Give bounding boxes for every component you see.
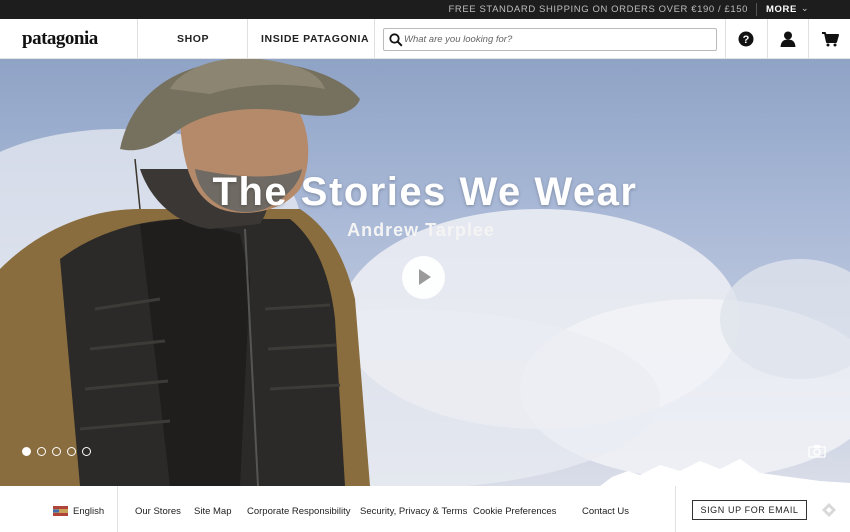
more-button[interactable]: MORE <box>766 4 797 15</box>
language-selector[interactable]: English <box>73 506 104 517</box>
promo-divider <box>756 3 757 16</box>
hero-banner: The Stories We Wear Andrew Tarplee <box>0 59 850 486</box>
svg-text:?: ? <box>743 34 750 46</box>
header-divider <box>725 19 726 59</box>
footer-link-cookie-preferences[interactable]: Cookie Preferences <box>473 506 556 517</box>
footer-link-security-privacy-terms[interactable]: Security, Privacy & Terms <box>360 506 467 517</box>
carousel-dot[interactable] <box>37 447 46 456</box>
feedback-icon[interactable] <box>820 502 838 518</box>
search-box[interactable] <box>383 28 717 51</box>
footer-link-contact-us[interactable]: Contact Us <box>582 506 629 517</box>
chevron-down-icon[interactable]: ⌄ <box>801 3 809 14</box>
cart-icon[interactable] <box>821 30 839 48</box>
site-header: patagonia SHOP INSIDE PATAGONIA ? <box>0 19 850 59</box>
play-video-button[interactable] <box>402 256 445 299</box>
play-icon[interactable] <box>418 268 432 286</box>
help-icon[interactable]: ? <box>737 30 755 48</box>
carousel-dot[interactable] <box>67 447 76 456</box>
account-icon[interactable] <box>779 30 797 48</box>
header-divider <box>374 19 375 59</box>
footer-divider <box>675 486 676 532</box>
nav-shop[interactable]: SHOP <box>177 33 209 45</box>
language-flag-icon[interactable] <box>53 506 68 516</box>
header-divider <box>137 19 138 59</box>
shipping-promo-text: FREE STANDARD SHIPPING ON ORDERS OVER €1… <box>448 4 748 15</box>
header-divider <box>247 19 248 59</box>
hero-subtitle: Andrew Tarplee <box>347 220 495 240</box>
camera-icon[interactable] <box>808 444 826 458</box>
footer-link-corporate-responsibility[interactable]: Corporate Responsibility <box>247 506 351 517</box>
site-footer: English Our Stores Site Map Corporate Re… <box>0 486 850 532</box>
footer-divider <box>117 486 118 532</box>
hero-title: The Stories We Wear <box>212 170 638 214</box>
carousel-dot[interactable] <box>22 447 31 456</box>
header-divider <box>767 19 768 59</box>
nav-inside-patagonia[interactable]: INSIDE PATAGONIA <box>261 33 369 45</box>
footer-link-our-stores[interactable]: Our Stores <box>135 506 181 517</box>
footer-link-site-map[interactable]: Site Map <box>194 506 232 517</box>
promo-bar: FREE STANDARD SHIPPING ON ORDERS OVER €1… <box>0 0 850 19</box>
header-divider <box>808 19 809 59</box>
carousel-dot[interactable] <box>52 447 61 456</box>
search-icon[interactable] <box>389 33 403 47</box>
carousel-dot[interactable] <box>82 447 91 456</box>
search-input[interactable] <box>404 30 710 49</box>
email-signup-button[interactable]: SIGN UP FOR EMAIL <box>692 500 807 520</box>
patagonia-logo[interactable]: patagonia <box>22 28 98 50</box>
